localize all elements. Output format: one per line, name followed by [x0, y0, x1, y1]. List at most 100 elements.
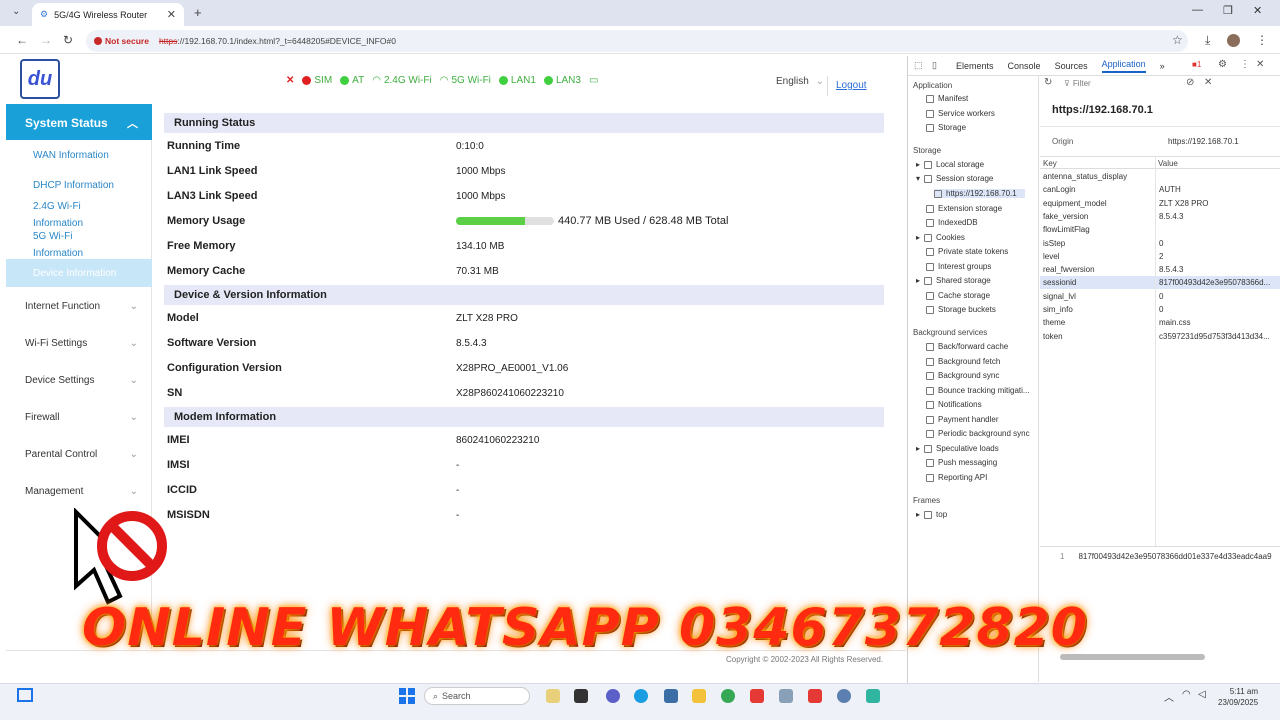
tree-item-manifest[interactable]: Manifest [926, 94, 968, 103]
sidebar-subitem-wifi5g[interactable]: 5G Wi-Fi [6, 229, 152, 244]
storage-entry-row[interactable]: fake_version 8.5.4.3 [1043, 212, 1275, 221]
sidebar-subitem-dhcp[interactable]: DHCP Information [6, 178, 152, 193]
clear-all-icon[interactable]: ⊘ [1186, 77, 1194, 88]
sidebar-subitem-device-info[interactable]: Device Information [6, 259, 152, 287]
sidebar-subitem-wan[interactable]: WAN Information [6, 148, 152, 163]
tree-item-extension-storage[interactable]: Extension storage [926, 204, 1002, 213]
tree-item-background-fetch[interactable]: Background fetch [926, 357, 1000, 366]
devtools-close-icon[interactable]: ✕ [1256, 59, 1264, 70]
sidebar-item-parental-control[interactable]: Parental Control ⌄ [6, 441, 152, 471]
tree-item-indexeddb[interactable]: IndexedDB [926, 218, 978, 227]
new-tab-icon[interactable]: + [194, 5, 202, 20]
taskbar-app-icon[interactable] [546, 689, 560, 703]
recorder-icon[interactable] [750, 689, 764, 703]
issues-badge[interactable]: ■1 [1192, 60, 1201, 69]
storage-entry-row[interactable]: theme main.css [1043, 318, 1275, 327]
storage-entry-row[interactable]: equipment_model ZLT X28 PRO [1043, 199, 1275, 208]
logout-link[interactable]: Logout [836, 80, 867, 91]
tree-item-interest-groups[interactable]: Interest groups [926, 262, 991, 271]
value-column-header[interactable]: Value [1158, 159, 1178, 168]
tree-item-frame-top[interactable]: ▸ top [916, 510, 947, 519]
tree-item-session-storage[interactable]: ▾ Session storage [916, 174, 993, 183]
wifi-tray-icon[interactable]: ◠ [1182, 689, 1191, 700]
notes-app-icon[interactable] [866, 689, 880, 703]
chrome-icon[interactable] [721, 689, 735, 703]
start-windows-icon[interactable] [399, 688, 415, 704]
devtools-tab-console[interactable]: Console [1008, 61, 1041, 71]
maximize-icon[interactable]: ❐ [1223, 4, 1233, 17]
storage-entry-row[interactable]: flowLimitFlag [1043, 225, 1275, 234]
storage-entry-row[interactable]: signal_lvl 0 [1043, 292, 1275, 301]
edge-icon[interactable] [634, 689, 648, 703]
tree-item-notifications[interactable]: Notifications [926, 400, 982, 409]
browser-menu-icon[interactable]: ⋮ [1256, 33, 1268, 47]
more-tabs-icon[interactable]: » [1160, 61, 1165, 71]
tree-item-cache-storage[interactable]: Cache storage [926, 291, 990, 300]
storage-entry-row[interactable]: sessionid 817f00493d42e3e95078366d... [1043, 278, 1275, 287]
sidebar-subitem-wifi24[interactable]: 2.4G Wi-Fi [6, 199, 152, 214]
close-tab-icon[interactable]: ✕ [167, 8, 176, 21]
sidebar-item-device-settings[interactable]: Device Settings ⌄ [6, 367, 152, 397]
storage-entry-row[interactable]: sim_info 0 [1043, 305, 1275, 314]
delete-selected-icon[interactable]: ✕ [1204, 77, 1212, 88]
back-icon[interactable]: ← [16, 33, 28, 47]
devtools-tab-elements[interactable]: Elements [956, 61, 994, 71]
store-icon[interactable] [664, 689, 678, 703]
tree-item-push-messaging[interactable]: Push messaging [926, 458, 997, 467]
sidebar-item-wifi-settings[interactable]: Wi-Fi Settings ⌄ [6, 330, 152, 360]
tree-item-shared-storage[interactable]: ▸ Shared storage [916, 276, 991, 285]
bookmark-star-icon[interactable]: ☆ [1172, 33, 1183, 47]
sidebar-item-firewall[interactable]: Firewall ⌄ [6, 404, 152, 434]
widgets-icon[interactable] [17, 688, 33, 702]
settings-app-icon[interactable] [837, 689, 851, 703]
tree-item-local-storage[interactable]: ▸ Local storage [916, 160, 984, 169]
forward-icon[interactable]: → [40, 33, 52, 47]
sidebar-item-management[interactable]: Management ⌄ [6, 478, 152, 508]
window-close-icon[interactable]: ✕ [1253, 4, 1262, 17]
storage-entry-row[interactable]: antenna_status_display [1043, 172, 1275, 181]
tree-item-storage-buckets[interactable]: Storage buckets [926, 305, 996, 314]
tab-list-chevron-icon[interactable]: ⌄ [12, 6, 20, 17]
storage-entry-row[interactable]: real_fwversion 8.5.4.3 [1043, 265, 1275, 274]
refresh-icon[interactable]: ↻ [1044, 77, 1052, 88]
devtools-settings-gear-icon[interactable]: ⚙ [1218, 59, 1227, 70]
tree-item-back-forward-cache[interactable]: Back/forward cache [926, 342, 1008, 351]
tree-item-storage[interactable]: Storage [926, 123, 966, 132]
app-icon[interactable] [779, 689, 793, 703]
task-view-icon[interactable] [574, 689, 588, 703]
taskbar-clock[interactable]: 5:11 am 23/09/2025 [1218, 686, 1258, 708]
tree-item-speculative-loads[interactable]: ▸ Speculative loads [916, 444, 999, 453]
tree-item-private-state-tokens[interactable]: Private state tokens [926, 247, 1008, 256]
devtools-tab-application[interactable]: Application [1101, 59, 1146, 73]
tree-item-reporting-api[interactable]: Reporting API [926, 473, 987, 482]
tree-item-periodic-background-sync[interactable]: Periodic background sync [926, 429, 1030, 438]
file-explorer-icon[interactable] [692, 689, 706, 703]
storage-entry-row[interactable]: isStep 0 [1043, 239, 1275, 248]
sidebar-item-internet-function[interactable]: Internet Function ⌄ [6, 293, 152, 323]
chat-icon[interactable] [606, 689, 620, 703]
sidebar-item-system-status[interactable]: System Status ︿ [6, 104, 152, 140]
reload-icon[interactable]: ↻ [63, 33, 73, 47]
video-app-icon[interactable] [808, 689, 822, 703]
profile-avatar[interactable] [1227, 34, 1240, 47]
filter-input[interactable]: ⊽ Filter [1064, 77, 1174, 89]
tree-item-background-sync[interactable]: Background sync [926, 371, 999, 380]
devtools-tab-sources[interactable]: Sources [1055, 61, 1088, 71]
url-omnibox[interactable]: Not secure https://192.168.70.1/index.ht… [86, 30, 1188, 52]
tree-item-cookies[interactable]: ▸ Cookies [916, 233, 965, 242]
volume-icon[interactable]: ◁ [1198, 689, 1206, 700]
tree-item-payment-handler[interactable]: Payment handler [926, 415, 998, 424]
devtools-menu-icon[interactable]: ⋮ [1240, 59, 1250, 70]
tree-item-service-workers[interactable]: Service workers [926, 109, 995, 118]
storage-entry-row[interactable]: canLogin AUTH [1043, 185, 1275, 194]
download-icon[interactable]: ⤓ [1205, 33, 1210, 48]
storage-entry-row[interactable]: token c3597231d95d753f3d413d34... [1043, 332, 1275, 341]
key-column-header[interactable]: Key [1043, 159, 1057, 168]
taskbar-search[interactable]: ⌕ Search [424, 687, 530, 705]
language-select[interactable]: English ⌄ [768, 76, 828, 96]
storage-entry-row[interactable]: level 2 [1043, 252, 1275, 261]
tree-item-session-origin[interactable]: https://192.168.70.1 [934, 189, 1025, 198]
browser-tab[interactable]: ⚙ 5G/4G Wireless Router ✕ [32, 3, 184, 26]
tray-chevron-up-icon[interactable]: ︿ [1164, 689, 1174, 704]
not-secure-badge[interactable]: Not secure [94, 36, 149, 46]
